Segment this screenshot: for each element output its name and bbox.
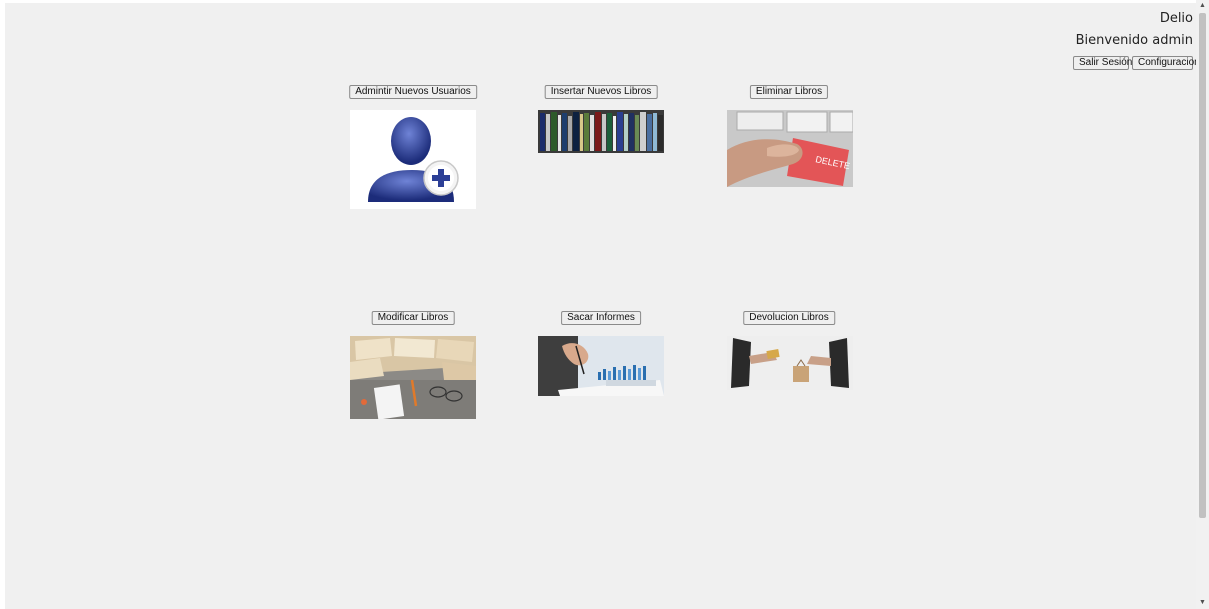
report-writing-image[interactable] (538, 336, 664, 396)
returns-button[interactable]: Devolucion Libros (743, 311, 835, 325)
insert-books-button[interactable]: Insertar Nuevos Libros (544, 85, 658, 99)
logout-button[interactable]: Salir Sesión (1073, 56, 1132, 70)
scrollbar-thumb[interactable] (1199, 13, 1206, 518)
page-viewport: Delio Bienvenido admin Salir Sesión Conf… (5, 3, 1200, 609)
delete-books-button[interactable]: Eliminar Libros (749, 85, 829, 99)
book-exchange-image[interactable] (727, 336, 853, 390)
settings-button[interactable]: Configuracion (1132, 56, 1200, 70)
user-add-icon[interactable] (350, 110, 476, 209)
vertical-scrollbar[interactable]: ▲ ▼ (1196, 0, 1209, 609)
open-books-image[interactable] (350, 336, 476, 419)
scroll-down-icon[interactable]: ▼ (1199, 599, 1206, 607)
bookshelf-image[interactable] (538, 110, 664, 153)
welcome-message: Bienvenido admin (1075, 33, 1193, 48)
reports-button[interactable]: Sacar Informes (561, 311, 641, 325)
scroll-up-icon[interactable]: ▲ (1199, 2, 1206, 10)
user-name: Delio (1159, 11, 1193, 26)
add-users-button[interactable]: Admintir Nuevos Usuarios (349, 85, 477, 99)
delete-key-image[interactable]: DELETE (727, 110, 853, 187)
modify-books-button[interactable]: Modificar Libros (371, 311, 455, 325)
